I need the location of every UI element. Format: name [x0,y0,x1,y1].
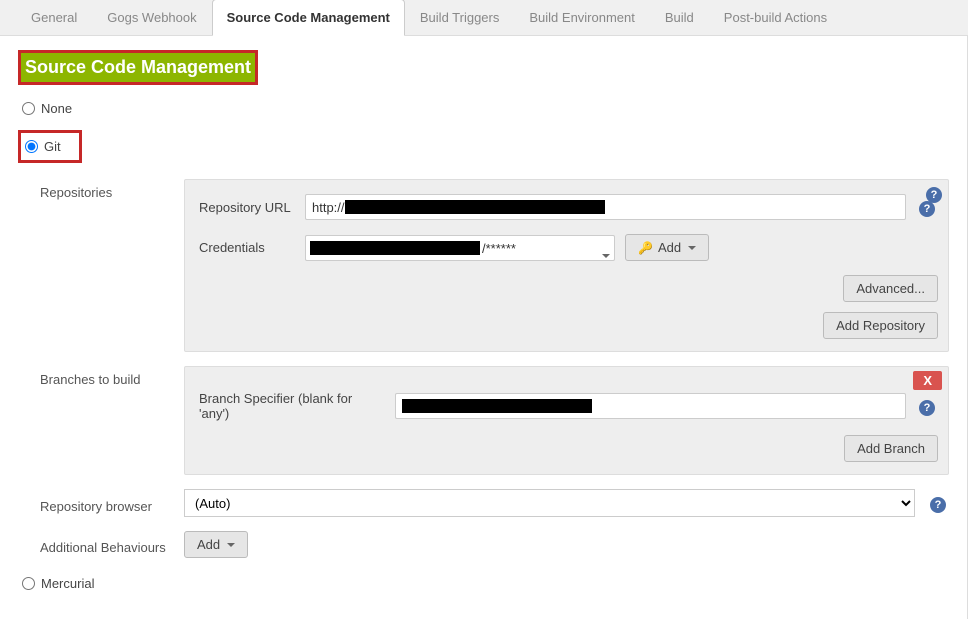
repositories-block: Repositories ? Repository URL http:// ? … [40,179,949,352]
branch-specifier-redacted [402,399,592,413]
branches-body: X Branch Specifier (blank for 'any') ? A… [184,366,949,475]
branches-block: Branches to build X Branch Specifier (bl… [40,366,949,475]
additional-add-label: Add [197,537,220,552]
repositories-body: ? Repository URL http:// ? Credentials /… [184,179,949,352]
add-branch-button[interactable]: Add Branch [844,435,938,462]
credentials-add-button[interactable]: 🔑 Add [625,234,709,261]
scm-mercurial-label: Mercurial [41,576,94,591]
repo-browser-block: Repository browser (Auto) ? [40,489,949,517]
credentials-add-label: Add [658,240,681,255]
scm-mercurial-radio[interactable] [22,577,35,590]
scm-mercurial-row[interactable]: Mercurial [22,576,949,591]
branch-specifier-input[interactable] [395,393,906,419]
credentials-select[interactable]: /****** [305,235,615,261]
repo-browser-body: (Auto) [184,489,915,517]
chevron-down-icon [688,246,696,250]
repo-browser-label: Repository browser [40,493,172,514]
advanced-button[interactable]: Advanced... [843,275,938,302]
tab-gogs-webhook[interactable]: Gogs Webhook [92,0,211,35]
repo-url-redacted [345,200,605,214]
repo-url-row: Repository URL http:// ? [199,194,938,220]
content-area: Source Code Management None Git Reposito… [0,36,968,619]
repo-url-prefix: http:// [312,200,345,215]
tab-source-code-management[interactable]: Source Code Management [212,0,405,36]
scm-git-label: Git [44,139,61,154]
scm-none-row[interactable]: None [22,101,949,116]
credentials-visible-text: /****** [482,241,516,256]
tab-general[interactable]: General [16,0,92,35]
delete-branch-button[interactable]: X [913,371,942,390]
branch-specifier-row: Branch Specifier (blank for 'any') ? [199,391,938,421]
config-tabs: General Gogs Webhook Source Code Managem… [0,0,968,36]
repo-url-input[interactable]: http:// [305,194,906,220]
help-icon[interactable]: ? [919,400,935,416]
additional-block: Additional Behaviours Add [40,531,949,558]
scm-git-radio[interactable] [25,140,38,153]
additional-label: Additional Behaviours [40,534,172,555]
scm-git-row[interactable]: Git [18,130,82,163]
chevron-down-icon [227,543,235,547]
additional-add-button[interactable]: Add [184,531,248,558]
add-repository-button[interactable]: Add Repository [823,312,938,339]
branch-specifier-label: Branch Specifier (blank for 'any') [199,391,385,421]
key-icon: 🔑 [638,241,653,255]
chevron-down-icon [602,254,610,258]
section-title: Source Code Management [18,50,258,85]
additional-body: Add [184,531,949,558]
tab-build[interactable]: Build [650,0,709,35]
tab-post-build-actions[interactable]: Post-build Actions [709,0,842,35]
help-icon[interactable]: ? [930,497,946,513]
repo-browser-select[interactable]: (Auto) [184,489,915,517]
tab-build-environment[interactable]: Build Environment [514,0,650,35]
credentials-redacted [310,241,480,255]
scm-none-label: None [41,101,72,116]
credentials-row: Credentials /****** 🔑 Add [199,234,938,261]
scm-none-radio[interactable] [22,102,35,115]
repo-url-label: Repository URL [199,200,295,215]
branches-group-label: Branches to build [40,366,172,475]
repositories-group-label: Repositories [40,179,172,352]
credentials-label: Credentials [199,240,295,255]
help-icon[interactable]: ? [919,201,935,217]
help-icon[interactable]: ? [926,187,942,203]
tab-build-triggers[interactable]: Build Triggers [405,0,514,35]
